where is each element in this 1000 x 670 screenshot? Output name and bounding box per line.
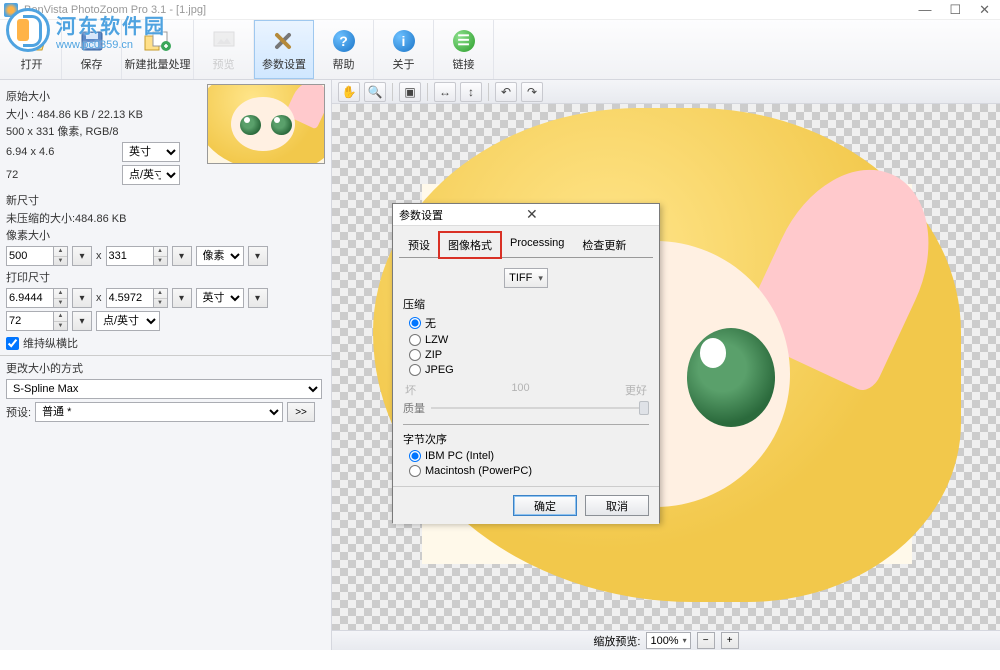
pixel-size-label: 像素大小 — [6, 227, 325, 243]
zoom-select[interactable]: 100% — [646, 632, 690, 649]
link-icon: ☰ — [450, 28, 478, 54]
flip-h-icon[interactable]: ↔ — [434, 82, 456, 102]
print-unit-select[interactable]: 英寸 — [196, 288, 244, 308]
toolbar-save[interactable]: 保存 — [62, 20, 122, 79]
original-inches: 6.94 x 4.6 — [6, 146, 118, 158]
hand-tool-icon[interactable]: ✋ — [338, 82, 360, 102]
print-width-lock-icon[interactable]: ▾ — [72, 288, 92, 308]
compression-zip[interactable]: ZIP — [409, 349, 649, 361]
toolbar-preview: 预览 — [194, 20, 254, 79]
format-select[interactable]: TIFF — [504, 268, 548, 288]
toolbar-open[interactable]: 打开 — [2, 20, 62, 79]
ok-button[interactable]: 确定 — [513, 495, 577, 516]
original-dpi: 72 — [6, 169, 118, 181]
quality-group: 坏 100 更好 质量 — [403, 382, 649, 418]
rotate-right-icon[interactable]: ↷ — [521, 82, 543, 102]
tab-processing[interactable]: Processing — [501, 232, 573, 258]
new-size-compressed: 未压缩的大小:484.86 KB — [6, 210, 325, 226]
dpi-unit-select[interactable]: 点/英寸 — [96, 311, 160, 331]
print-width-input[interactable]: ▲▼ — [6, 288, 68, 308]
dialog-tabs: 预设 图像格式 Processing 检查更新 — [393, 226, 659, 258]
quality-label: 质量 — [403, 400, 425, 416]
help-icon: ? — [330, 28, 358, 54]
byteorder-mac[interactable]: Macintosh (PowerPC) — [409, 465, 649, 477]
crop-tool-icon[interactable]: ▣ — [399, 82, 421, 102]
print-options-icon[interactable]: ▾ — [248, 288, 268, 308]
settings-icon — [270, 28, 298, 54]
zoom-label: 缩放预览: — [593, 633, 640, 649]
print-size-label: 打印尺寸 — [6, 269, 325, 285]
maximize-button[interactable]: ☐ — [949, 3, 961, 16]
print-height-input[interactable]: ▲▼ — [106, 288, 168, 308]
resize-method-title: 更改大小的方式 — [6, 360, 325, 376]
new-size-title: 新尺寸 — [6, 192, 325, 208]
save-icon — [78, 28, 106, 54]
zoom-tool-icon[interactable]: 🔍 — [364, 82, 386, 102]
compression-jpeg[interactable]: JPEG — [409, 364, 649, 376]
tab-image-format[interactable]: 图像格式 — [439, 232, 501, 258]
cancel-button[interactable]: 取消 — [585, 495, 649, 516]
compression-none[interactable]: 无 — [409, 315, 649, 331]
tab-preset[interactable]: 预设 — [399, 232, 439, 258]
preset-label: 预设: — [6, 404, 31, 420]
zoom-out-icon[interactable]: − — [697, 632, 715, 649]
width-input[interactable]: ▲▼ — [6, 246, 68, 266]
toolbar-settings[interactable]: 参数设置 — [254, 20, 314, 79]
close-button[interactable]: ✕ — [979, 3, 990, 16]
unit-inches-select[interactable]: 英寸 — [122, 142, 180, 162]
dialog-close-icon[interactable]: ✕ — [526, 206, 653, 223]
dpi-lock-icon[interactable]: ▾ — [72, 311, 92, 331]
quality-slider — [431, 398, 649, 418]
unit-dpi-select[interactable]: 点/英寸 — [122, 165, 180, 185]
pixel-unit-select[interactable]: 像素 — [196, 246, 244, 266]
height-lock-icon[interactable]: ▾ — [172, 246, 192, 266]
zoom-bar: 缩放预览: 100% − + — [332, 630, 1000, 650]
preview-toolbar: ✋ 🔍 ▣ ↔ ↕ ↶ ↷ — [332, 80, 1000, 104]
flip-v-icon[interactable]: ↕ — [460, 82, 482, 102]
width-lock-icon[interactable]: ▾ — [72, 246, 92, 266]
resize-method-select[interactable]: S-Spline Max — [6, 379, 322, 399]
batch-icon — [144, 28, 172, 54]
preset-select[interactable]: 普通 * — [35, 402, 283, 422]
dialog-titlebar[interactable]: 参数设置 ✕ — [393, 204, 659, 226]
titlebar: BenVista PhotoZoom Pro 3.1 - [1.jpg] — ☐… — [0, 0, 1000, 20]
folder-open-icon — [18, 28, 46, 54]
preset-more-button[interactable]: >> — [287, 402, 315, 422]
left-panel: 原始大小 大小 : 484.86 KB / 22.13 KB 500 x 331… — [0, 80, 332, 650]
settings-dialog: 参数设置 ✕ 预设 图像格式 Processing 检查更新 TIFF 压缩 无… — [392, 203, 660, 523]
compression-label: 压缩 — [403, 296, 649, 312]
toolbar-batch[interactable]: 新建批量处理 — [122, 20, 194, 79]
keep-ratio-checkbox[interactable]: 维持纵横比 — [6, 335, 325, 351]
window-title: BenVista PhotoZoom Pro 3.1 - [1.jpg] — [24, 4, 918, 16]
main-toolbar: 打开 保存 新建批量处理 预览 参数设置 ? 帮助 i 关于 ☰ 链接 — [0, 20, 1000, 80]
original-filesize: 大小 : 484.86 KB / 22.13 KB — [6, 106, 201, 122]
toolbar-about[interactable]: i 关于 — [374, 20, 434, 79]
byte-order-label: 字节次序 — [403, 431, 649, 447]
dialog-title: 参数设置 — [399, 207, 526, 223]
preview-icon — [210, 28, 238, 54]
toolbar-help[interactable]: ? 帮助 — [314, 20, 374, 79]
thumbnail — [207, 84, 325, 164]
rotate-left-icon[interactable]: ↶ — [495, 82, 517, 102]
toolbar-links[interactable]: ☰ 链接 — [434, 20, 494, 79]
pixel-options-icon[interactable]: ▾ — [248, 246, 268, 266]
app-icon — [4, 3, 18, 17]
compression-lzw[interactable]: LZW — [409, 334, 649, 346]
height-input[interactable]: ▲▼ — [106, 246, 168, 266]
info-icon: i — [390, 28, 418, 54]
byteorder-intel[interactable]: IBM PC (Intel) — [409, 450, 649, 462]
zoom-in-icon[interactable]: + — [721, 632, 739, 649]
print-height-lock-icon[interactable]: ▾ — [172, 288, 192, 308]
original-size-title: 原始大小 — [6, 88, 201, 104]
dpi-input[interactable]: ▲▼ — [6, 311, 68, 331]
tab-check-update[interactable]: 检查更新 — [573, 232, 635, 258]
minimize-button[interactable]: — — [918, 3, 931, 16]
original-dimensions: 500 x 331 像素, RGB/8 — [6, 123, 201, 139]
